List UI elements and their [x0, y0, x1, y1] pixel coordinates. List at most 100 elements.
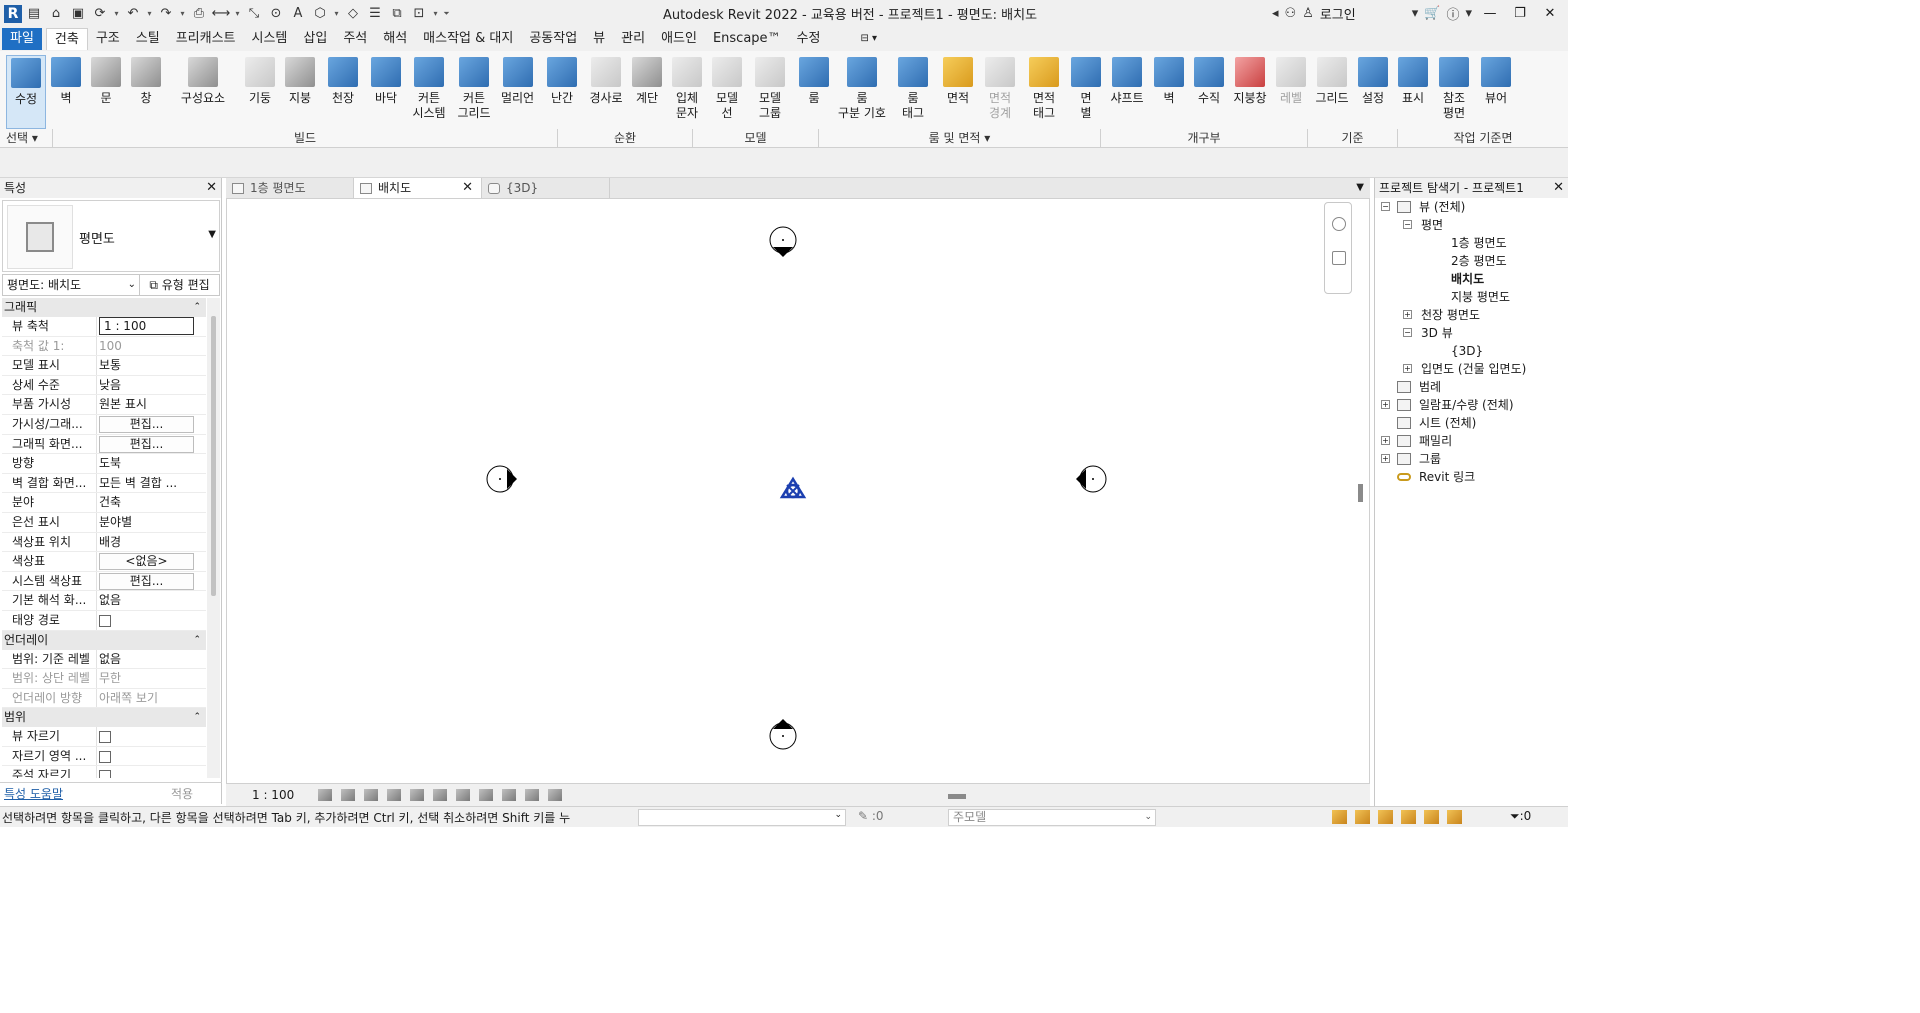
- login-button[interactable]: 로그인: [1320, 4, 1356, 23]
- show-crop-icon[interactable]: [433, 789, 447, 801]
- tree-node[interactable]: 시트 (전체): [1375, 414, 1569, 432]
- group-select[interactable]: 선택 ▾: [0, 129, 52, 147]
- tab-precast[interactable]: 프리캐스트: [168, 28, 244, 50]
- collapse-icon[interactable]: ⌃: [193, 631, 201, 650]
- design-option-selector[interactable]: 주모델 ⌄: [948, 809, 1156, 826]
- property-value[interactable]: 편집...: [97, 415, 206, 434]
- elevation-marker-east[interactable]: [1076, 465, 1107, 493]
- drag-elements-icon[interactable]: [1424, 810, 1439, 824]
- minimize-button[interactable]: —: [1478, 6, 1502, 21]
- switch-windows-icon[interactable]: ⊡: [409, 4, 429, 24]
- ribbon-tool-2[interactable]: 문: [86, 55, 126, 129]
- tree-node[interactable]: Revit 링크: [1375, 468, 1569, 486]
- collapse-icon[interactable]: ⌃: [193, 708, 201, 727]
- chevron-down-icon[interactable]: ▾: [1412, 6, 1419, 21]
- tree-node[interactable]: {3D}: [1375, 342, 1569, 360]
- select-underlay-icon[interactable]: [1355, 810, 1370, 824]
- highlight-displacement-icon[interactable]: [525, 789, 539, 801]
- properties-section[interactable]: 범위 ⌃: [2, 708, 206, 728]
- sun-path-icon[interactable]: [364, 789, 378, 801]
- view-scale[interactable]: 1 : 100: [226, 788, 318, 802]
- background-process-icon[interactable]: [1447, 810, 1462, 824]
- tree-node[interactable]: + 입면도 (건물 입면도): [1375, 360, 1569, 378]
- property-value[interactable]: 분야별: [97, 513, 206, 532]
- select-by-face-icon[interactable]: [1401, 810, 1416, 824]
- chevron-down-icon[interactable]: ▾: [431, 4, 440, 24]
- close-icon[interactable]: ✕: [462, 178, 473, 198]
- ribbon-tool-15[interactable]: 입체 문자: [667, 55, 707, 129]
- ribbon-tool-0[interactable]: 수정: [6, 55, 46, 129]
- expand-icon[interactable]: +: [1403, 364, 1412, 373]
- edit-button[interactable]: 편집...: [99, 435, 194, 453]
- ribbon-tool-14[interactable]: 계단: [627, 55, 667, 129]
- tab-modify[interactable]: 수정: [789, 28, 829, 50]
- restore-button[interactable]: ❐: [1508, 6, 1532, 21]
- zoom-icon[interactable]: [1332, 251, 1346, 265]
- elevation-marker-south[interactable]: [769, 719, 797, 750]
- shadows-icon[interactable]: [387, 789, 401, 801]
- tree-node[interactable]: 지붕 평면도: [1375, 288, 1569, 306]
- select-links-icon[interactable]: [1332, 810, 1347, 824]
- measure-icon[interactable]: ⟷: [211, 4, 231, 24]
- customize-icon[interactable]: ⏷: [442, 4, 451, 24]
- ribbon-tool-32[interactable]: 표시: [1393, 55, 1433, 129]
- open-icon[interactable]: ⌂: [46, 4, 66, 24]
- sync-icon[interactable]: ⟳: [90, 4, 110, 24]
- revit-logo[interactable]: R: [4, 4, 22, 23]
- property-checkbox[interactable]: [99, 731, 111, 744]
- ribbon-tool-23[interactable]: 면적 태그: [1021, 55, 1067, 129]
- ribbon-tool-12[interactable]: 난간: [539, 55, 585, 129]
- elevation-marker-north[interactable]: [769, 226, 797, 257]
- tab-massing-site[interactable]: 매스작업 & 대지: [415, 28, 521, 50]
- property-value[interactable]: 모든 벽 결합 ...: [97, 474, 206, 493]
- ribbon-tool-9[interactable]: 커튼 시스템: [406, 55, 452, 129]
- edit-type-button[interactable]: ⧉ 유형 편집: [140, 274, 220, 296]
- navigation-bar[interactable]: [1324, 202, 1352, 294]
- ribbon-tool-6[interactable]: 지붕: [280, 55, 320, 129]
- property-value[interactable]: [97, 727, 206, 746]
- tree-node[interactable]: 배치도: [1375, 270, 1569, 288]
- tab-collaborate[interactable]: 공동작업: [521, 28, 585, 50]
- tree-node[interactable]: 2층 평면도: [1375, 252, 1569, 270]
- chevron-down-icon[interactable]: ▾: [1465, 6, 1472, 21]
- ribbon-tool-22[interactable]: 면적 경계: [979, 55, 1021, 129]
- tab-annotate[interactable]: 주석: [335, 28, 375, 50]
- ribbon-tool-21[interactable]: 면적: [937, 55, 979, 129]
- property-value[interactable]: 원본 표시: [97, 395, 206, 414]
- property-value[interactable]: 없음: [97, 650, 206, 669]
- close-hidden-icon[interactable]: ⧉: [387, 4, 407, 24]
- collapse-icon[interactable]: −: [1403, 328, 1412, 337]
- ribbon-tool-5[interactable]: 기둥: [240, 55, 280, 129]
- ribbon-tool-4[interactable]: 구성요소: [166, 55, 240, 129]
- tree-node[interactable]: −3D 뷰: [1375, 324, 1569, 342]
- ribbon-tool-20[interactable]: 룸 태그: [889, 55, 937, 129]
- ribbon-tool-34[interactable]: 뷰어: [1475, 55, 1517, 129]
- collapse-icon[interactable]: −: [1403, 220, 1412, 229]
- property-checkbox[interactable]: [99, 614, 111, 627]
- property-value[interactable]: [97, 766, 206, 778]
- tree-node[interactable]: − 뷰 (전체): [1375, 198, 1569, 216]
- tree-node[interactable]: + 그룹: [1375, 450, 1569, 468]
- filter-icon[interactable]: ⏷:0: [1510, 809, 1531, 824]
- tab-view[interactable]: 뷰: [585, 28, 613, 50]
- ribbon-tool-17[interactable]: 모델 그룹: [747, 55, 793, 129]
- expand-icon[interactable]: +: [1381, 454, 1390, 463]
- ribbon-tool-8[interactable]: 바닥: [366, 55, 406, 129]
- temporary-hide-icon[interactable]: [456, 789, 470, 801]
- redo-icon[interactable]: ↷: [156, 4, 176, 24]
- elevation-marker-west[interactable]: [486, 465, 517, 493]
- tab-addins[interactable]: 애드인: [653, 28, 705, 50]
- home-icon[interactable]: ▤: [24, 4, 44, 24]
- ribbon-tool-28[interactable]: 지붕창: [1229, 55, 1271, 129]
- property-value[interactable]: 배경: [97, 533, 206, 552]
- collapse-icon[interactable]: −: [1381, 202, 1390, 211]
- scale-input[interactable]: 1 : 100: [99, 317, 194, 335]
- text-icon[interactable]: A: [288, 4, 308, 24]
- property-value[interactable]: 건축: [97, 493, 206, 512]
- dimension-icon[interactable]: ⤡: [244, 4, 264, 24]
- expand-icon[interactable]: +: [1381, 436, 1390, 445]
- edit-button[interactable]: 편집...: [99, 572, 194, 590]
- crop-view-icon[interactable]: [410, 789, 424, 801]
- ribbon-minimize-icon[interactable]: ⊟ ▾: [852, 28, 885, 50]
- ribbon-tool-33[interactable]: 참조 평면: [1433, 55, 1475, 129]
